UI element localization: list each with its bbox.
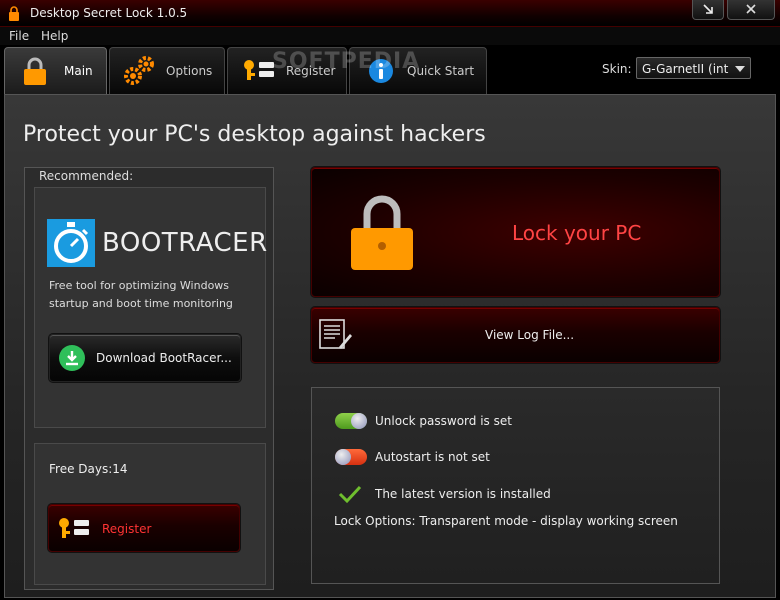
lock-icon [351,195,413,270]
window-title: Desktop Secret Lock 1.0.5 [30,6,188,20]
watermark: SOFTPEDIA [272,49,421,74]
document-pencil-icon [319,319,352,349]
register-button[interactable]: Register [48,504,240,552]
title-bar: Desktop Secret Lock 1.0.5 [0,0,780,27]
download-bootracer-button[interactable]: Download BootRacer... [49,334,241,382]
lock-pc-label: Lock your PC [512,221,642,245]
tab-options[interactable]: Options [109,47,225,94]
tab-main-label: Main [64,64,93,78]
lock-icon [24,57,46,85]
menu-bar: File Help [0,27,780,45]
free-days-text: Free Days:14 [49,462,128,476]
close-icon [746,4,756,14]
close-button[interactable] [727,0,775,20]
autostart-toggle [335,449,367,465]
download-icon [59,345,85,371]
lock-options-text: Lock Options: Transparent mode - display… [334,514,678,528]
skin-label: Skin: [602,62,632,76]
autostart-status: Autostart is not set [375,450,490,464]
menu-file[interactable]: File [9,29,29,43]
unlock-password-status: Unlock password is set [375,414,512,428]
register-label: Register [102,522,152,536]
version-status: The latest version is installed [375,487,551,501]
menu-help[interactable]: Help [41,29,68,43]
lock-pc-button[interactable]: Lock your PC [311,167,720,297]
recommended-label: Recommended: [39,169,134,183]
app-lock-icon [9,6,19,21]
chevron-down-icon [735,66,745,72]
checkmark-icon [338,485,362,504]
status-panel [311,387,720,584]
bootracer-name[interactable]: BOOTRACER [102,228,268,258]
gears-icon [124,56,154,85]
stopwatch-icon[interactable] [47,219,95,267]
tab-main[interactable]: Main [4,47,107,96]
view-log-button[interactable]: View Log File... [311,307,720,363]
toggle-knob [335,449,351,465]
skin-value: G-GarnetII (int [642,62,729,76]
skin-dropdown[interactable]: G-GarnetII (int [636,57,751,79]
restore-button[interactable] [692,0,724,20]
key-icon [244,60,274,80]
unlock-password-toggle [335,413,367,429]
bootracer-description: Free tool for optimizing Windows startup… [49,279,233,310]
tab-options-label: Options [166,64,213,78]
download-label: Download BootRacer... [96,351,232,365]
toggle-knob [351,413,367,429]
page-heading: Protect your PC's desktop against hacker… [23,122,486,147]
view-log-label: View Log File... [485,328,575,342]
key-icon [59,518,89,538]
arrow-down-right-icon [703,4,713,14]
